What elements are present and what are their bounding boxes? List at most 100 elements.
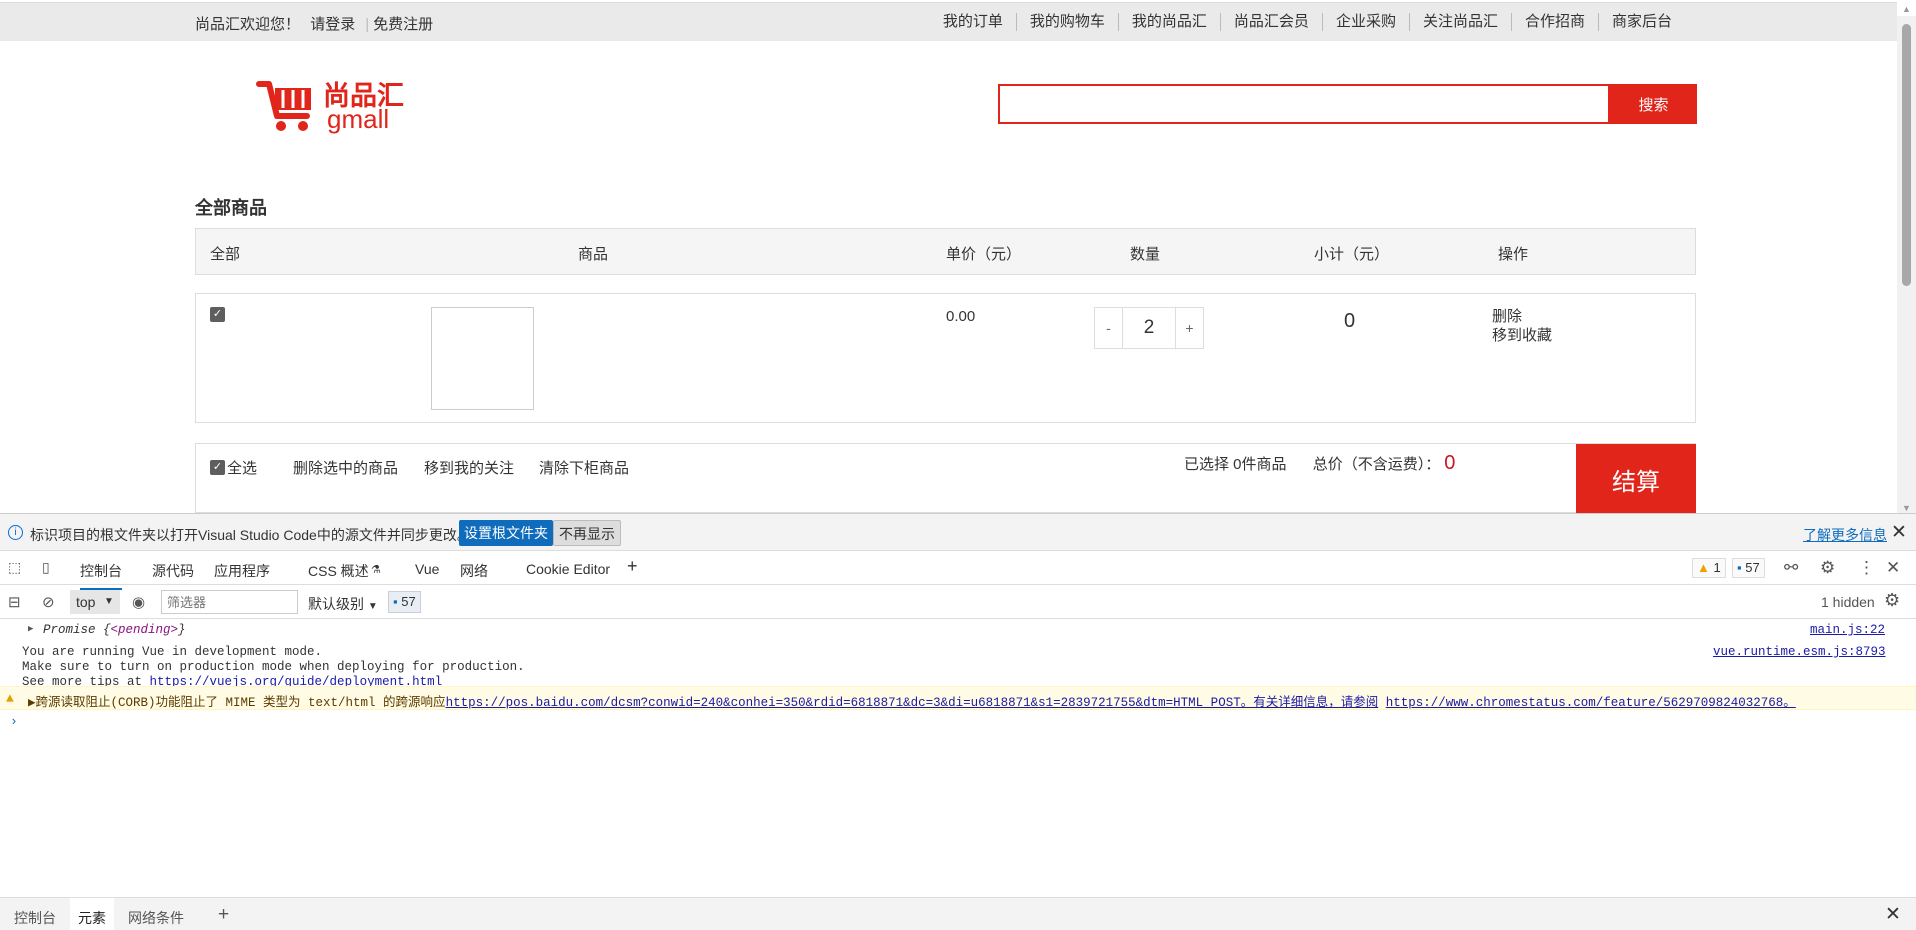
search-button[interactable]: 搜索 <box>1610 84 1697 124</box>
logo-en-text: gmall <box>327 104 390 134</box>
add-tab-icon[interactable]: + <box>627 556 638 577</box>
nav-my-orders[interactable]: 我的订单 <box>930 13 1016 31</box>
nav-membership[interactable]: 尚品汇会员 <box>1219 13 1322 31</box>
clear-off-shelf-link[interactable]: 清除下柜商品 <box>539 457 629 478</box>
console-line: You are running Vue in development mode.… <box>0 641 1916 689</box>
prompt-chevron-icon: › <box>10 714 18 729</box>
site-logo[interactable]: 尚品汇 gmall <box>255 72 415 142</box>
scrollbar-thumb[interactable] <box>1902 24 1911 286</box>
select-all-checkbox[interactable]: ✓ 全选 <box>210 457 257 478</box>
search-box: 搜索 <box>998 84 1697 124</box>
context-selector[interactable]: top ▼ <box>70 590 120 614</box>
cart-footer: ✓ 全选 删除选中的商品 移到我的关注 清除下柜商品 已选择 0件商品 总价（不… <box>195 443 1696 513</box>
context-value: top <box>76 594 96 610</box>
warning-icon: ▲ <box>6 691 14 706</box>
quantity-stepper: - 2 + <box>1094 307 1204 349</box>
item-checkbox[interactable]: ✓ <box>210 307 225 322</box>
close-icon[interactable]: ✕ <box>1891 521 1907 544</box>
quantity-minus-button[interactable]: - <box>1094 307 1123 349</box>
drawer-tab-console[interactable]: 控制台 <box>14 908 56 928</box>
tab-css-overview[interactable]: CSS 概述 <box>308 561 369 581</box>
sidebar-toggle-icon[interactable]: ⊟ <box>8 593 21 611</box>
nav-follow[interactable]: 关注尚品汇 <box>1408 13 1511 31</box>
inspect-element-icon[interactable]: ⬚ <box>8 559 26 575</box>
nav-merchant[interactable]: 商家后台 <box>1597 13 1685 31</box>
console-prompt-line[interactable]: › <box>0 712 1916 734</box>
flask-icon: ⚗ <box>371 564 381 576</box>
nav-partner[interactable]: 合作招商 <box>1510 13 1598 31</box>
info-icon: i <box>8 525 23 540</box>
scroll-up-icon[interactable]: ▲ <box>1902 4 1911 14</box>
issues-count-badge[interactable]: ▪ 57 <box>388 591 421 613</box>
move-to-follow-link[interactable]: 移到我的关注 <box>424 457 514 478</box>
welcome-text: 尚品汇欢迎您！ <box>195 16 301 33</box>
divider: | <box>365 16 370 33</box>
console-filter-input[interactable] <box>161 590 298 614</box>
message-line: Make sure to turn on production mode whe… <box>22 660 525 674</box>
header-product: 商品 <box>578 246 609 263</box>
close-drawer-icon[interactable]: ✕ <box>1885 903 1901 926</box>
checkout-button[interactable]: 结算 <box>1576 444 1696 513</box>
more-menu-icon[interactable]: ⋮ <box>1858 558 1875 578</box>
vue-dev-message: You are running Vue in development mode.… <box>22 645 525 690</box>
select-all-label: 全选 <box>227 460 258 477</box>
tab-network[interactable]: 网络 <box>460 561 488 581</box>
baidu-link[interactable]: https://pos.baidu.com/dcsm?conwid=240&co… <box>446 696 1379 710</box>
clear-console-icon[interactable]: ⊘ <box>42 593 55 611</box>
drawer-tab-network-conditions[interactable]: 网络条件 <box>128 908 184 928</box>
move-to-favorites-link[interactable]: 移到收藏 <box>1492 326 1552 345</box>
console-settings-icon[interactable]: ⚙ <box>1884 590 1900 611</box>
scroll-down-icon[interactable]: ▼ <box>1902 503 1911 513</box>
selected-count: 已选择 0件商品 <box>1184 456 1287 473</box>
search-input[interactable] <box>998 84 1610 124</box>
chevron-down-icon: ▼ <box>104 596 114 607</box>
register-link[interactable]: 免费注册 <box>373 16 433 33</box>
topbar-nav: 我的订单 我的购物车 我的尚品汇 尚品汇会员 企业采购 关注尚品汇 合作招商 商… <box>930 13 1685 31</box>
tab-application[interactable]: 应用程序 <box>214 561 270 581</box>
devtools-tabbar: ⬚ ▯ 控制台 源代码 应用程序 CSS 概述 ⚗ Vue 网络 Cookie … <box>0 551 1916 590</box>
message-count-badge[interactable]: ▪ 57 <box>1732 558 1765 578</box>
warning-count-badge[interactable]: ▲ 1 <box>1692 558 1726 578</box>
cart-title: 全部商品 <box>195 198 267 218</box>
login-link[interactable]: 请登录 <box>310 16 355 33</box>
settings-gear-icon[interactable]: ⚙ <box>1820 558 1835 578</box>
chromestatus-link[interactable]: https://www.chromestatus.com/feature/562… <box>1386 696 1796 710</box>
page-scrollbar[interactable]: ▲ ▼ <box>1897 4 1916 513</box>
source-link[interactable]: vue.runtime.esm.js:8793 <box>1713 645 1886 659</box>
cart-table-header: 全部 商品 单价（元） 数量 小计（元） 操作 <box>195 228 1696 275</box>
message-icon: ▪ <box>1737 560 1742 575</box>
header-subtotal: 小计（元） <box>1314 246 1390 263</box>
close-devtools-icon[interactable]: ✕ <box>1886 558 1900 578</box>
cart-item-row: ✓ 0.00 - 2 + 0 删除 移到收藏 <box>195 293 1696 423</box>
delete-selected-link[interactable]: 删除选中的商品 <box>293 457 398 478</box>
promise-prefix: Promise { <box>43 623 111 637</box>
add-drawer-tab-icon[interactable]: + <box>218 904 229 926</box>
tab-vue[interactable]: Vue <box>415 561 439 577</box>
eye-icon[interactable]: ◉ <box>132 593 145 611</box>
nav-enterprise[interactable]: 企业采购 <box>1321 13 1409 31</box>
log-level-dropdown[interactable]: 默认级别 ▼ <box>308 594 378 614</box>
expand-triangle-icon[interactable]: ▶ <box>28 624 33 634</box>
learn-more-link[interactable]: 了解更多信息 <box>1803 525 1887 545</box>
message-count: 57 <box>1745 560 1760 575</box>
header-unit-price: 单价（元） <box>946 246 1022 263</box>
product-thumbnail[interactable] <box>431 307 534 410</box>
console-line: ▶ Promise {<pending>} main.js:22 <box>0 619 1916 641</box>
console-toolbar: ⊟ ⊘ top ▼ ◉ 默认级别 ▼ ▪ 57 1 hidden ⚙ <box>0 585 1916 619</box>
set-root-folder-button[interactable]: 设置根文件夹 <box>459 520 553 546</box>
tab-sources[interactable]: 源代码 <box>152 561 194 581</box>
quantity-input[interactable]: 2 <box>1123 307 1175 349</box>
promise-text[interactable]: Promise {<pending>} <box>43 623 186 637</box>
warning-icon: ▲ <box>1697 560 1710 575</box>
nav-my-gmall[interactable]: 我的尚品汇 <box>1117 13 1220 31</box>
device-toolbar-icon[interactable]: ▯ <box>42 559 60 575</box>
delete-item-link[interactable]: 删除 <box>1492 307 1552 326</box>
quantity-plus-button[interactable]: + <box>1175 307 1204 349</box>
connection-icon[interactable]: ⚯ <box>1784 558 1798 578</box>
drawer-tab-elements[interactable]: 元素 <box>70 898 114 930</box>
nav-my-cart[interactable]: 我的购物车 <box>1015 13 1118 31</box>
dont-show-again-button[interactable]: 不再显示 <box>553 520 621 546</box>
source-link[interactable]: main.js:22 <box>1810 623 1885 637</box>
tab-cookie-editor[interactable]: Cookie Editor <box>526 561 610 577</box>
total-label: 总价（不含运费）： <box>1312 456 1441 473</box>
